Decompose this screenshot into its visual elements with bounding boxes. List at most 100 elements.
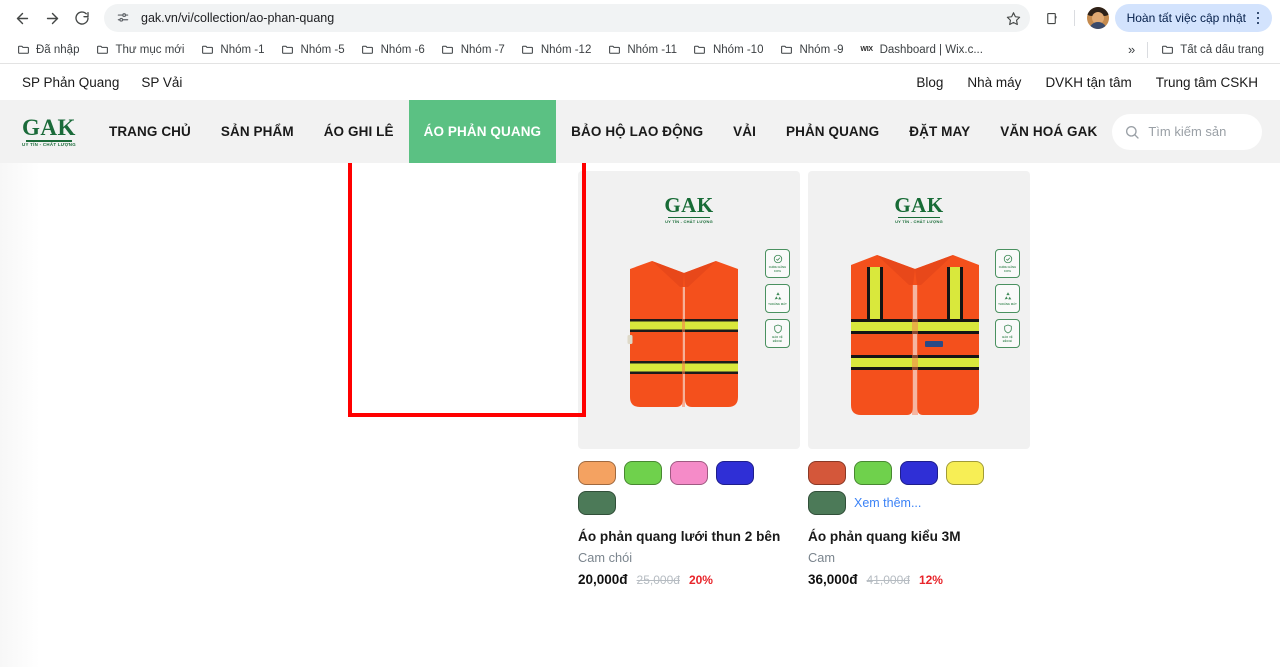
utility-link-sp-vai[interactable]: SP Vải bbox=[141, 75, 182, 90]
nav-item-vai[interactable]: VẢI bbox=[718, 100, 771, 163]
swatch[interactable] bbox=[716, 461, 754, 485]
bookmark-item[interactable]: WIX Dashboard | Wix.c... bbox=[852, 40, 991, 60]
product-image-ao-phan-quang-kieu-3m[interactable]: GAK UY TÍN - CHẤT LƯỢNG CHÍNH HÃNG 100% … bbox=[808, 171, 1030, 449]
folder-icon bbox=[95, 43, 109, 57]
bookmark-item[interactable]: Thư mục mới bbox=[87, 40, 192, 60]
bookmarks-overflow-button[interactable]: » bbox=[1120, 42, 1143, 57]
bookmark-item[interactable]: Nhóm -9 bbox=[771, 40, 851, 60]
discount-badge: 12% bbox=[918, 573, 943, 587]
bookmark-item[interactable]: Nhóm -1 bbox=[192, 40, 272, 60]
bookmark-label: Dashboard | Wix.c... bbox=[879, 43, 983, 56]
update-button[interactable]: Hoàn tất việc cập nhật bbox=[1114, 4, 1272, 32]
discount-badge: 20% bbox=[688, 573, 713, 587]
swatch[interactable] bbox=[578, 461, 616, 485]
watermark-logo-sub: UY TÍN - CHẤT LƯỢNG bbox=[895, 219, 943, 225]
swatch[interactable] bbox=[624, 461, 662, 485]
utility-link-blog[interactable]: Blog bbox=[916, 75, 943, 90]
utility-link-cskh[interactable]: Trung tâm CSKH bbox=[1156, 75, 1258, 90]
show-more-colors-link[interactable]: Xem thêm... bbox=[854, 496, 921, 510]
nav-item-ao-ghi-le[interactable]: ÁO GHI LÊ bbox=[309, 100, 409, 163]
shield-icon bbox=[772, 324, 783, 335]
product-price-row: 36,000đ 41,000đ 12% bbox=[808, 572, 1030, 587]
swatch[interactable] bbox=[578, 491, 616, 515]
badge-label: CHÍNH HÃNG bbox=[998, 265, 1017, 269]
watermark-logo: GAK UY TÍN - CHẤT LƯỢNG bbox=[578, 193, 800, 225]
badge-thoang-mat: THOÁNG MÁT bbox=[995, 284, 1020, 313]
left-gradient bbox=[0, 163, 40, 667]
product-image-ao-phan-quang-luoi-thun[interactable]: GAK UY TÍN - CHẤT LƯỢNG CHÍNH HÃNG 100% … bbox=[578, 171, 800, 449]
shield-icon bbox=[1002, 324, 1013, 335]
nav-item-trang-chu[interactable]: TRANG CHỦ bbox=[94, 100, 206, 163]
bookmark-item[interactable]: Nhóm -5 bbox=[273, 40, 353, 60]
back-button[interactable] bbox=[8, 4, 36, 32]
address-bar[interactable]: gak.vn/vi/collection/ao-phan-quang bbox=[104, 4, 1030, 32]
main-navigation: GAK UY TÍN - CHẤT LƯỢNG TRANG CHỦ SẢN PH… bbox=[0, 100, 1280, 163]
badge-sublabel: BỀN BỈ bbox=[1002, 340, 1013, 343]
star-icon[interactable] bbox=[1002, 6, 1026, 30]
color-swatches bbox=[578, 461, 788, 515]
nav-item-san-pham[interactable]: SẢN PHẨM bbox=[206, 100, 309, 163]
site-logo[interactable]: GAK UY TÍN - CHẤT LƯỢNG bbox=[0, 100, 94, 163]
utility-right-links: Blog Nhà máy DVKH tận tâm Trung tâm CSKH bbox=[916, 75, 1258, 90]
badge-bao-ve: BẢO VỆ BỀN BỈ bbox=[995, 319, 1020, 348]
badge-bao-ve: BẢO VỆ BỀN BỈ bbox=[765, 319, 790, 348]
watermark-logo-text: GAK bbox=[894, 193, 944, 217]
bookmark-item[interactable]: Nhóm -10 bbox=[685, 40, 772, 60]
safety-vest-illustration bbox=[851, 255, 979, 415]
all-bookmarks-label: Tất cả dấu trang bbox=[1180, 43, 1264, 56]
swatch[interactable] bbox=[670, 461, 708, 485]
badge-label: THOÁNG MÁT bbox=[768, 302, 787, 306]
nav-item-phan-quang[interactable]: PHẢN QUANG bbox=[771, 100, 894, 163]
utility-link-nha-may[interactable]: Nhà máy bbox=[967, 75, 1021, 90]
swatch[interactable] bbox=[946, 461, 984, 485]
cart-button[interactable]: 0 bbox=[1276, 116, 1280, 148]
watermark-logo: GAK UY TÍN - CHẤT LƯỢNG bbox=[808, 193, 1030, 225]
product-cell: Pallize / Chắc chắn (Bộ) 45,000đ 53,000đ… bbox=[1038, 163, 1260, 587]
product-name[interactable]: Áo phản quang kiểu 3M bbox=[808, 529, 1030, 544]
utility-link-sp-phan-quang[interactable]: SP Phản Quang bbox=[22, 75, 119, 90]
badge-label: CHÍNH HÃNG bbox=[768, 265, 787, 269]
bookmark-item[interactable]: Nhóm -7 bbox=[433, 40, 513, 60]
bookmark-label: Nhóm -12 bbox=[540, 43, 592, 56]
site-settings-icon[interactable] bbox=[114, 9, 132, 27]
bookmark-item[interactable]: Nhóm -6 bbox=[353, 40, 433, 60]
bookmark-label: Nhóm -7 bbox=[460, 43, 505, 56]
product-price-row: 20,000đ 25,000đ 20% bbox=[578, 572, 800, 587]
price-original: 25,000đ bbox=[636, 573, 680, 587]
folder-icon bbox=[521, 43, 535, 57]
watermark-logo-text: GAK bbox=[664, 193, 714, 217]
recycle-icon bbox=[1002, 291, 1013, 302]
product-grid-viewport: Kaki chéo 2/1 / Xanh dương (Bích) 80,000… bbox=[0, 163, 1280, 667]
profile-avatar[interactable] bbox=[1086, 7, 1109, 29]
kebab-menu-icon[interactable] bbox=[1250, 8, 1266, 28]
reload-button[interactable] bbox=[68, 4, 96, 32]
all-bookmarks-button[interactable]: Tất cả dấu trang bbox=[1152, 40, 1272, 60]
badge-label: THOÁNG MÁT bbox=[998, 302, 1017, 306]
bookmark-label: Đã nhập bbox=[36, 43, 80, 56]
watermark-logo-sub: UY TÍN - CHẤT LƯỢNG bbox=[665, 219, 713, 225]
bookmark-label: Nhóm -9 bbox=[799, 43, 844, 56]
utility-left-links: SP Phản Quang SP Vải bbox=[22, 75, 182, 90]
search-input[interactable]: Tìm kiếm sản bbox=[1112, 113, 1263, 150]
utility-link-dvkh[interactable]: DVKH tận tâm bbox=[1045, 75, 1131, 90]
bookmark-item[interactable]: Nhóm -12 bbox=[513, 40, 600, 60]
swatch[interactable] bbox=[808, 461, 846, 485]
folder-icon bbox=[607, 43, 621, 57]
extensions-icon[interactable] bbox=[1038, 4, 1066, 32]
swatch[interactable] bbox=[854, 461, 892, 485]
badge-sublabel: 100% bbox=[773, 270, 782, 273]
nav-item-dat-may[interactable]: ĐẶT MAY bbox=[894, 100, 985, 163]
product-variant: Cam chói bbox=[578, 550, 633, 565]
product-name[interactable]: Áo phản quang lưới thun 2 bên bbox=[578, 529, 800, 544]
bookmark-item[interactable]: Đã nhập bbox=[8, 40, 87, 60]
badge-chinh-hang: CHÍNH HÃNG 100% bbox=[995, 249, 1020, 278]
folder-icon bbox=[1160, 43, 1174, 57]
swatch[interactable] bbox=[808, 491, 846, 515]
swatch[interactable] bbox=[900, 461, 938, 485]
bookmark-item[interactable]: Nhóm -11 bbox=[599, 40, 685, 60]
forward-button[interactable] bbox=[38, 4, 66, 32]
nav-item-ao-phan-quang[interactable]: ÁO PHẢN QUANG bbox=[408, 100, 557, 163]
nav-item-bao-ho-lao-dong[interactable]: BẢO HỘ LAO ĐỘNG bbox=[556, 100, 718, 163]
nav-item-van-hoa-gak[interactable]: VĂN HOÁ GAK bbox=[985, 100, 1112, 163]
nav-items: TRANG CHỦ SẢN PHẨM ÁO GHI LÊ ÁO PHẢN QUA… bbox=[94, 100, 1112, 163]
